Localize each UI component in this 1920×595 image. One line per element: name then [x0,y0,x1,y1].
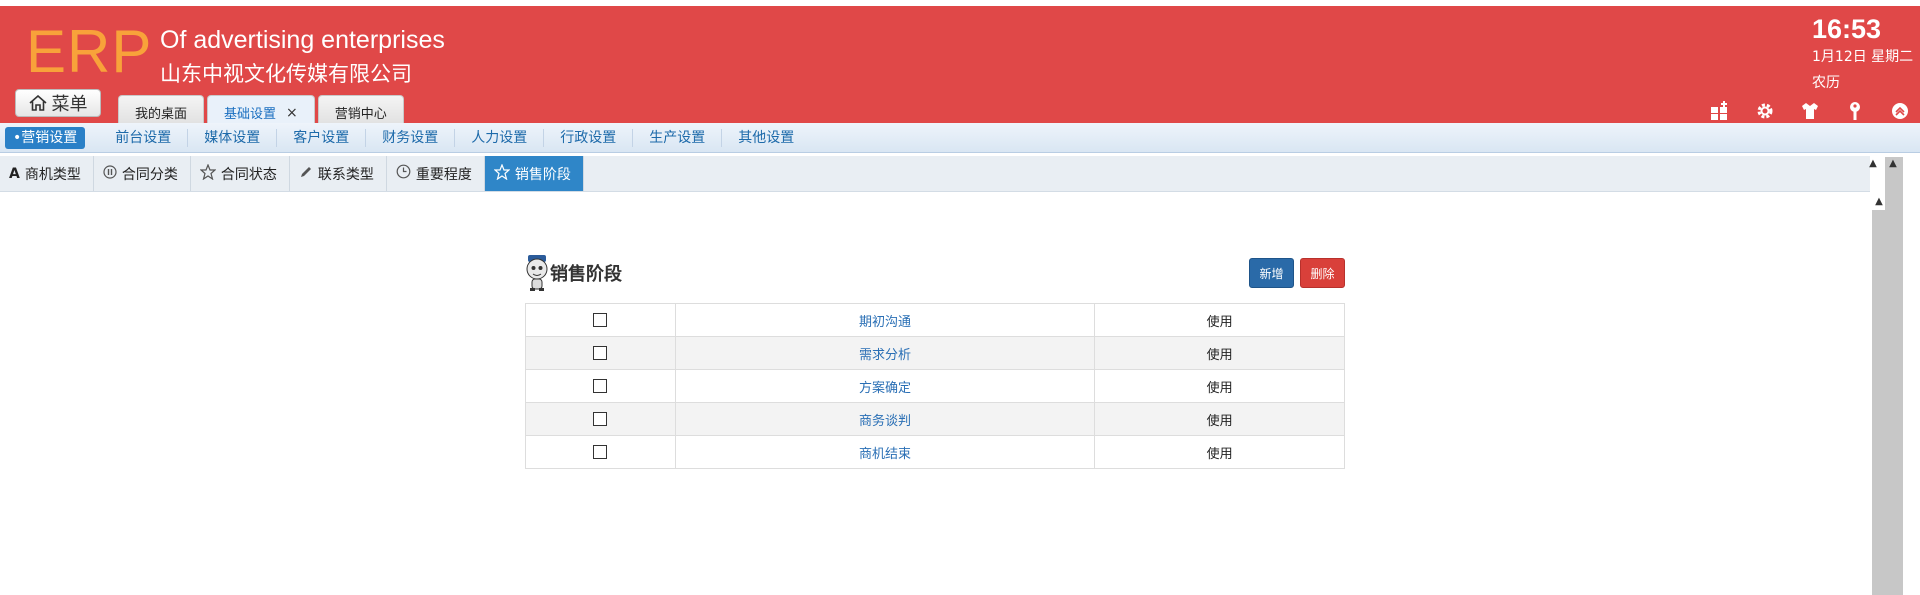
header-toolbar [1710,101,1910,121]
row-checkbox[interactable] [593,445,608,459]
lunar-calendar: 农历 [1812,75,1840,91]
gear-icon[interactable] [1755,101,1775,121]
settings-nav-admin[interactable]: 行政设置 [544,128,634,147]
row-checkbox[interactable] [593,346,608,360]
subtab-label: 重要程度 [415,166,472,183]
delete-button[interactable]: 删除 [1300,258,1345,288]
subtab-label: 联系类型 [317,166,374,183]
subtab-label: 合同状态 [220,166,277,183]
settings-nav-marketing[interactable]: •营销设置 [5,126,86,149]
stage-name-link[interactable]: 方案确定 [859,381,911,396]
scroll-up-arrow-outer[interactable]: ▲ [1886,157,1900,171]
row-checkbox[interactable] [593,412,608,426]
row-checkbox[interactable] [593,313,608,327]
star-icon [199,162,217,184]
table-row: 方案确定 使用 [525,369,1345,403]
checkbox-cell [525,336,676,370]
settings-nav-production[interactable]: 生产设置 [633,128,723,147]
shirt-icon[interactable] [1800,101,1820,121]
sub-tab-bar: A 商机类型 合同分类 合同状态 联系类型 重要程度 销售阶段 [0,156,1870,192]
stage-name-link[interactable]: 需求分析 [859,348,911,363]
pause-circle-icon [103,164,117,183]
erp-logo: ERP [26,18,153,85]
checkbox-cell [525,402,676,436]
status-cell: 使用 [1094,402,1345,436]
grid-add-icon[interactable] [1710,101,1730,121]
stage-name-link[interactable]: 商务谈判 [859,414,911,429]
panel-title: 销售阶段 [550,264,622,285]
settings-nav: •营销设置 前台设置 媒体设置 客户设置 财务设置 人力设置 行政设置 生产设置… [0,123,1920,153]
name-cell: 需求分析 [674,336,1096,370]
date-display: 1月12日 星期二 [1812,49,1914,65]
add-button[interactable]: 新增 [1249,258,1294,288]
content-scrollbar[interactable] [1872,210,1886,595]
status-cell: 使用 [1094,303,1345,337]
row-checkbox[interactable] [593,379,608,393]
subtab-label: 合同分类 [121,166,178,183]
collapse-up-icon[interactable] [1890,101,1910,121]
home-icon [28,95,47,111]
settings-nav-hr[interactable]: 人力设置 [455,128,545,147]
app-header: ERP Of advertising enterprises 山东中视文化传媒有… [0,0,1920,129]
page-scrollbar[interactable] [1885,157,1903,595]
clock-icon [396,164,411,183]
settings-nav-other[interactable]: 其他设置 [722,129,810,147]
sales-stage-panel-header: 销售阶段 新增 删除 [525,252,1345,292]
tab-label: 我的桌面 [135,107,188,122]
subtab-contact-type[interactable]: 联系类型 [290,156,387,191]
checkbox-cell [525,303,676,337]
name-cell: 期初沟通 [674,303,1096,337]
status-cell: 使用 [1094,369,1345,403]
settings-nav-customer[interactable]: 客户设置 [277,128,367,147]
settings-nav-media[interactable]: 媒体设置 [188,128,278,147]
clock: 16:53 [1812,14,1882,44]
subtab-contract-category[interactable]: 合同分类 [94,156,191,191]
scroll-up-arrow[interactable]: ▲ [1872,195,1886,209]
settings-nav-front-desk[interactable]: 前台设置 [99,128,189,147]
letter-a-icon: A [9,165,20,182]
settings-nav-finance[interactable]: 财务设置 [366,128,456,147]
company-name-en: Of advertising enterprises [160,26,445,54]
subtab-opportunity-type[interactable]: A 商机类型 [0,156,94,191]
name-cell: 商务谈判 [674,402,1096,436]
table-row: 期初沟通 使用 [525,303,1345,337]
scroll-up-arrow-top[interactable]: ▲ [1866,157,1880,171]
subtab-sales-stage[interactable]: 销售阶段 [484,156,584,191]
star-icon [493,162,511,184]
mascot-icon [525,254,549,292]
table-row: 需求分析 使用 [525,336,1345,370]
tab-label: 基础设置 [224,107,277,122]
checkbox-cell [525,435,676,469]
status-cell: 使用 [1094,435,1345,469]
subtab-contract-status[interactable]: 合同状态 [191,156,290,191]
key-icon[interactable] [1845,101,1865,121]
stage-name-link[interactable]: 期初沟通 [859,315,911,330]
status-cell: 使用 [1094,336,1345,370]
checkbox-cell [525,369,676,403]
name-cell: 商机结束 [674,435,1096,469]
name-cell: 方案确定 [674,369,1096,403]
company-name-cn: 山东中视文化传媒有限公司 [160,62,412,86]
subtab-label: 销售阶段 [514,166,571,183]
subtab-label: 商机类型 [24,166,81,183]
tab-label: 营销中心 [334,107,387,122]
subtab-importance[interactable]: 重要程度 [387,156,485,191]
menu-label: 菜单 [51,94,88,115]
table-row: 商务谈判 使用 [525,402,1345,436]
menu-button[interactable]: 菜单 [15,89,101,117]
stage-name-link[interactable]: 商机结束 [859,447,911,462]
table-row: 商机结束 使用 [525,435,1345,469]
sales-stage-table: 期初沟通 使用 需求分析 使用 方案确定 使用 商务谈判 使用 商机结束 使用 [525,303,1345,469]
pencil-icon [299,165,313,183]
close-icon[interactable]: × [286,105,298,121]
